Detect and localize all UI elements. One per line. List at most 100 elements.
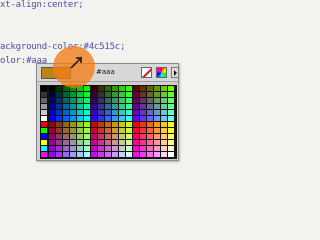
- code-line-text-align[interactable]: xt-align:center;: [0, 0, 84, 10]
- swatch-cell[interactable]: [168, 92, 174, 97]
- swatch-cell[interactable]: [49, 92, 55, 97]
- swatch-cell[interactable]: [70, 152, 76, 157]
- swatch-cell[interactable]: [77, 152, 83, 157]
- swatch-cell[interactable]: [126, 140, 132, 145]
- swatch-cell[interactable]: [161, 128, 167, 133]
- swatch-cell[interactable]: [49, 116, 55, 121]
- swatch-cell[interactable]: [84, 122, 90, 127]
- swatch-cell[interactable]: [91, 122, 97, 127]
- swatch-cell[interactable]: [133, 146, 139, 151]
- swatch-cell[interactable]: [112, 146, 118, 151]
- no-color-button[interactable]: [141, 67, 152, 78]
- swatch-cell[interactable]: [41, 122, 47, 127]
- swatch-cell[interactable]: [161, 92, 167, 97]
- swatch-cell[interactable]: [140, 140, 146, 145]
- swatch-cell[interactable]: [154, 116, 160, 121]
- swatch-cell[interactable]: [41, 140, 47, 145]
- swatch-cell[interactable]: [91, 98, 97, 103]
- swatch-cell[interactable]: [105, 86, 111, 91]
- swatch-cell[interactable]: [119, 134, 125, 139]
- swatch-cell[interactable]: [161, 146, 167, 151]
- swatch-cell[interactable]: [84, 134, 90, 139]
- swatch-cell[interactable]: [112, 110, 118, 115]
- swatch-cell[interactable]: [105, 152, 111, 157]
- swatch-cell[interactable]: [126, 122, 132, 127]
- swatch-cell[interactable]: [63, 134, 69, 139]
- swatch-cell[interactable]: [119, 98, 125, 103]
- swatch-cell[interactable]: [140, 98, 146, 103]
- swatch-cell[interactable]: [126, 128, 132, 133]
- swatch-cell[interactable]: [119, 116, 125, 121]
- swatch-cell[interactable]: [133, 116, 139, 121]
- swatch-cell[interactable]: [84, 140, 90, 145]
- swatch-cell[interactable]: [147, 104, 153, 109]
- swatch-cell[interactable]: [98, 146, 104, 151]
- swatch-cell[interactable]: [91, 116, 97, 121]
- hex-value-label[interactable]: #aaa: [96, 68, 115, 76]
- swatch-cell[interactable]: [112, 92, 118, 97]
- swatch-cell[interactable]: [70, 116, 76, 121]
- swatch-cell[interactable]: [49, 104, 55, 109]
- swatch-cell[interactable]: [133, 98, 139, 103]
- swatch-cell[interactable]: [70, 92, 76, 97]
- swatch-cell[interactable]: [112, 122, 118, 127]
- swatch-cell[interactable]: [105, 104, 111, 109]
- swatch-cell[interactable]: [84, 86, 90, 91]
- swatch-cell[interactable]: [133, 134, 139, 139]
- swatch-cell[interactable]: [168, 86, 174, 91]
- swatch-cell[interactable]: [112, 98, 118, 103]
- swatch-cell[interactable]: [56, 152, 62, 157]
- swatch-cell[interactable]: [126, 104, 132, 109]
- swatch-cell[interactable]: [147, 98, 153, 103]
- swatch-cell[interactable]: [119, 146, 125, 151]
- swatch-cell[interactable]: [105, 122, 111, 127]
- swatch-cell[interactable]: [77, 140, 83, 145]
- swatch-cell[interactable]: [91, 92, 97, 97]
- swatch-cell[interactable]: [161, 134, 167, 139]
- swatch-cell[interactable]: [168, 134, 174, 139]
- swatch-grid[interactable]: [40, 85, 177, 159]
- swatch-cell[interactable]: [84, 116, 90, 121]
- swatch-cell[interactable]: [77, 128, 83, 133]
- swatch-cell[interactable]: [105, 116, 111, 121]
- swatch-cell[interactable]: [147, 122, 153, 127]
- swatch-cell[interactable]: [49, 146, 55, 151]
- swatch-cell[interactable]: [105, 146, 111, 151]
- swatch-cell[interactable]: [49, 128, 55, 133]
- swatch-cell[interactable]: [161, 110, 167, 115]
- swatch-cell[interactable]: [161, 116, 167, 121]
- swatch-cell[interactable]: [119, 104, 125, 109]
- swatch-cell[interactable]: [70, 98, 76, 103]
- swatch-cell[interactable]: [105, 110, 111, 115]
- swatch-cell[interactable]: [84, 110, 90, 115]
- swatch-cell[interactable]: [133, 128, 139, 133]
- swatch-cell[interactable]: [133, 86, 139, 91]
- swatch-cell[interactable]: [168, 116, 174, 121]
- swatch-cell[interactable]: [49, 110, 55, 115]
- swatch-cell[interactable]: [49, 152, 55, 157]
- swatch-cell[interactable]: [49, 134, 55, 139]
- swatch-cell[interactable]: [98, 152, 104, 157]
- swatch-cell[interactable]: [140, 92, 146, 97]
- swatch-cell[interactable]: [147, 140, 153, 145]
- swatch-cell[interactable]: [133, 92, 139, 97]
- swatch-cell[interactable]: [112, 152, 118, 157]
- swatch-cell[interactable]: [91, 110, 97, 115]
- swatch-cell[interactable]: [91, 134, 97, 139]
- swatch-cell[interactable]: [63, 140, 69, 145]
- swatch-cell[interactable]: [126, 134, 132, 139]
- swatch-cell[interactable]: [70, 128, 76, 133]
- swatch-cell[interactable]: [140, 134, 146, 139]
- swatch-cell[interactable]: [133, 104, 139, 109]
- swatch-cell[interactable]: [140, 128, 146, 133]
- swatch-cell[interactable]: [133, 110, 139, 115]
- swatch-cell[interactable]: [126, 116, 132, 121]
- swatch-cell[interactable]: [119, 86, 125, 91]
- swatch-cell[interactable]: [98, 122, 104, 127]
- swatch-cell[interactable]: [98, 104, 104, 109]
- swatch-cell[interactable]: [56, 110, 62, 115]
- swatch-cell[interactable]: [49, 122, 55, 127]
- swatch-cell[interactable]: [41, 116, 47, 121]
- swatch-cell[interactable]: [56, 104, 62, 109]
- swatch-cell[interactable]: [63, 152, 69, 157]
